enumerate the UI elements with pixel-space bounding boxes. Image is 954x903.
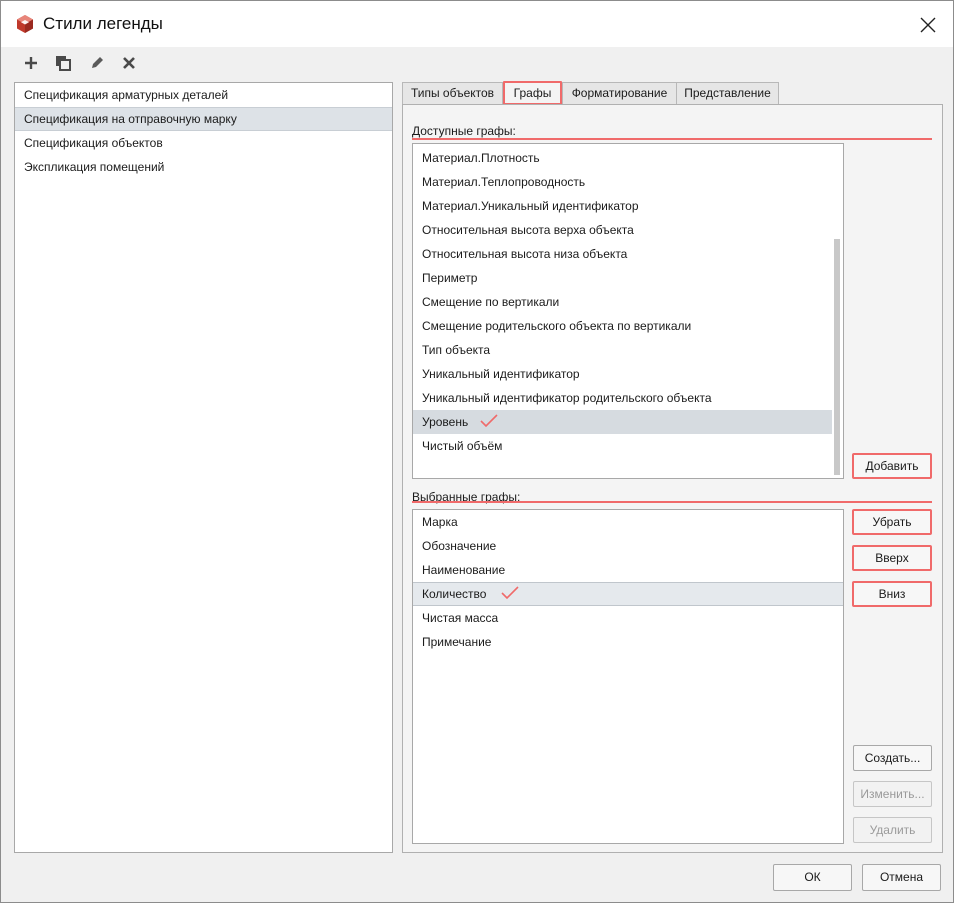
- delete-icon[interactable]: [119, 53, 139, 73]
- list-item[interactable]: Материал.Уникальный идентификатор: [413, 194, 843, 218]
- columns-panel: Доступные графы: Материал.Плотность Мате…: [402, 104, 943, 853]
- list-item[interactable]: Примечание: [413, 630, 843, 654]
- tab-columns[interactable]: Графы: [502, 82, 563, 105]
- list-item[interactable]: Марка: [413, 510, 843, 534]
- style-item[interactable]: Спецификация объектов: [15, 131, 392, 155]
- list-item[interactable]: Тип объекта: [413, 338, 843, 362]
- list-item[interactable]: Материал.Теплопроводность: [413, 170, 843, 194]
- list-item[interactable]: Относительная высота верха объекта: [413, 218, 843, 242]
- edit-icon[interactable]: [87, 53, 107, 73]
- delete-button[interactable]: Удалить: [853, 817, 932, 843]
- move-down-button[interactable]: Вниз: [852, 581, 932, 607]
- list-item[interactable]: Относительная высота низа объекта: [413, 242, 843, 266]
- close-icon[interactable]: [918, 15, 938, 35]
- remove-button[interactable]: Убрать: [852, 509, 932, 535]
- add-button[interactable]: Добавить: [852, 453, 932, 479]
- available-columns-label: Доступные графы:: [412, 124, 516, 138]
- tab-view[interactable]: Представление: [676, 82, 779, 104]
- app-logo-icon: [17, 15, 33, 33]
- list-item-selected[interactable]: Уровень: [413, 410, 832, 434]
- change-button[interactable]: Изменить...: [853, 781, 932, 807]
- create-button[interactable]: Создать...: [853, 745, 932, 771]
- title-bar: Стили легенды: [1, 1, 953, 47]
- list-item[interactable]: Смещение родительского объекта по вертик…: [413, 314, 843, 338]
- ok-button[interactable]: ОК: [773, 864, 852, 891]
- checkmark-icon: [501, 586, 519, 600]
- scrollbar-thumb[interactable]: [834, 239, 840, 475]
- list-item-selected[interactable]: Количество: [413, 582, 843, 606]
- list-item[interactable]: Уникальный идентификатор родительского о…: [413, 386, 843, 410]
- add-icon[interactable]: [21, 53, 41, 73]
- selected-columns-list[interactable]: Марка Обозначение Наименование Количеств…: [412, 509, 844, 844]
- copy-icon[interactable]: [53, 53, 73, 73]
- cancel-button[interactable]: Отмена: [862, 864, 941, 891]
- list-item[interactable]: Периметр: [413, 266, 843, 290]
- move-up-button[interactable]: Вверх: [852, 545, 932, 571]
- list-item[interactable]: Материал.Плотность: [413, 146, 843, 170]
- style-item[interactable]: Спецификация арматурных деталей: [15, 83, 392, 107]
- list-item[interactable]: Уникальный идентификатор: [413, 362, 843, 386]
- list-item[interactable]: Чистый объём: [413, 434, 843, 458]
- legend-styles-dialog: Стили легенды Спецификация арматурных де…: [0, 0, 954, 903]
- list-item[interactable]: Смещение по вертикали: [413, 290, 843, 314]
- style-item[interactable]: Экспликация помещений: [15, 155, 392, 179]
- window-title: Стили легенды: [43, 14, 163, 33]
- tab-formatting[interactable]: Форматирование: [562, 82, 677, 104]
- available-underline: [412, 138, 932, 140]
- tab-object-types[interactable]: Типы объектов: [402, 82, 503, 104]
- available-columns-list[interactable]: Материал.Плотность Материал.Теплопроводн…: [412, 143, 844, 479]
- checkmark-icon: [480, 414, 498, 428]
- selected-underline: [412, 501, 932, 503]
- list-item[interactable]: Наименование: [413, 558, 843, 582]
- list-item[interactable]: Обозначение: [413, 534, 843, 558]
- legend-styles-list[interactable]: Спецификация арматурных деталей Специфик…: [14, 82, 393, 853]
- list-item[interactable]: Чистая масса: [413, 606, 843, 630]
- style-item-selected[interactable]: Спецификация на отправочную марку: [15, 107, 392, 131]
